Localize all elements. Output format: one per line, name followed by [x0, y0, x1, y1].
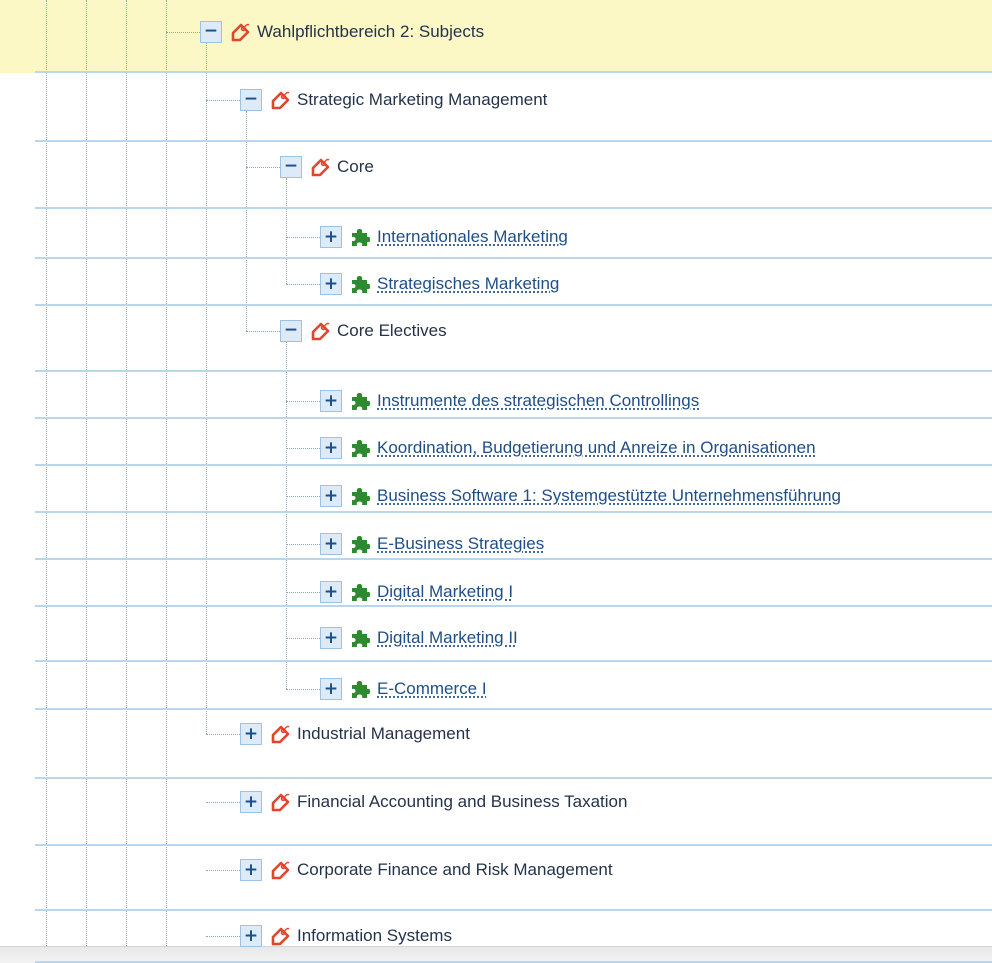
collapse-button[interactable]: −	[280, 156, 302, 178]
tree-connector	[246, 167, 280, 168]
node-label: Core	[337, 157, 374, 176]
row-divider	[35, 370, 992, 372]
node-label: Industrial Management	[297, 724, 470, 743]
expand-button[interactable]: +	[320, 627, 342, 649]
row-divider	[35, 140, 992, 142]
expand-button[interactable]: +	[320, 533, 342, 555]
row-divider	[35, 417, 992, 419]
node-label: Corporate Finance and Risk Management	[297, 860, 613, 879]
module-link[interactable]: Instrumente des strategischen Controllin…	[377, 391, 699, 411]
row-divider	[35, 207, 992, 209]
tree-row[interactable]	[0, 779, 992, 846]
module-link[interactable]: Digital Marketing I	[377, 582, 513, 602]
tree-connector	[286, 544, 320, 545]
tag-icon	[270, 792, 290, 812]
puzzle-piece-icon	[350, 438, 371, 458]
collapse-button[interactable]: −	[200, 21, 222, 43]
expand-button[interactable]: +	[320, 485, 342, 507]
node-label: Financial Accounting and Business Taxati…	[297, 792, 628, 811]
expand-button[interactable]: +	[320, 226, 342, 248]
expand-button[interactable]: +	[320, 273, 342, 295]
node-label: Strategic Marketing Management	[297, 90, 548, 109]
expand-button[interactable]: +	[240, 791, 262, 813]
tree-connector	[286, 689, 320, 690]
row-divider	[35, 558, 992, 560]
row-divider	[35, 844, 992, 846]
node-label: Core Electives	[337, 321, 447, 340]
collapse-button[interactable]: −	[280, 320, 302, 342]
tag-icon	[270, 926, 290, 946]
row-divider	[35, 909, 992, 911]
puzzle-piece-icon	[350, 227, 371, 247]
tree-connector	[286, 638, 320, 639]
tree-connector	[206, 870, 240, 871]
puzzle-piece-icon	[350, 486, 371, 506]
tree-connector	[286, 592, 320, 593]
expand-button[interactable]: +	[320, 678, 342, 700]
tag-icon	[310, 157, 330, 177]
module-link[interactable]: Koordination, Budgetierung und Anreize i…	[377, 438, 816, 458]
tree-row[interactable]	[0, 0, 992, 73]
tree-connector	[286, 237, 320, 238]
tree-row[interactable]	[0, 710, 992, 779]
tree-connector	[246, 331, 280, 332]
tree-row[interactable]	[0, 662, 992, 710]
node-label: Wahlpflichtbereich 2: Subjects	[257, 22, 485, 41]
tree-connector	[286, 496, 320, 497]
row-divider	[35, 777, 992, 779]
expand-button[interactable]: +	[240, 723, 262, 745]
row-divider	[35, 71, 992, 73]
tree-row[interactable]	[0, 142, 992, 209]
tree-connector	[206, 734, 240, 735]
tree-row[interactable]	[0, 306, 992, 372]
tag-icon	[270, 90, 290, 110]
puzzle-piece-icon	[350, 274, 371, 294]
expand-button[interactable]: +	[240, 859, 262, 881]
tree-connector	[206, 802, 240, 803]
module-link[interactable]: Strategisches Marketing	[377, 274, 559, 294]
module-link[interactable]: E-Commerce I	[377, 679, 487, 699]
expand-button[interactable]: +	[240, 925, 262, 947]
row-divider	[35, 257, 992, 259]
row-divider	[35, 660, 992, 662]
tree-connector	[286, 284, 320, 285]
module-tree: − Wahlpflichtbereich 2: Subjects − Strategi…	[0, 0, 992, 963]
module-link[interactable]: Business Software 1: Systemgestützte Unt…	[377, 486, 841, 506]
tree-connector	[206, 100, 240, 101]
tree-connector	[286, 342, 287, 689]
tag-icon	[230, 22, 250, 42]
tag-icon	[270, 724, 290, 744]
puzzle-piece-icon	[350, 582, 371, 602]
tree-connector	[206, 936, 240, 937]
collapse-button[interactable]: −	[240, 89, 262, 111]
node-label: Information Systems	[297, 926, 452, 945]
tree-connector	[286, 178, 287, 284]
expand-button[interactable]: +	[320, 437, 342, 459]
module-link[interactable]: Internationales Marketing	[377, 227, 568, 247]
row-divider	[35, 304, 992, 306]
row-divider	[35, 708, 992, 710]
tree-connector	[286, 401, 320, 402]
module-link[interactable]: E-Business Strategies	[377, 534, 544, 554]
row-divider	[35, 511, 992, 513]
tree-connector	[246, 111, 247, 331]
tag-icon	[310, 321, 330, 341]
puzzle-piece-icon	[350, 391, 371, 411]
expand-button[interactable]: +	[320, 581, 342, 603]
row-divider	[35, 464, 992, 466]
tree-connector	[166, 32, 200, 33]
row-divider	[35, 605, 992, 607]
expand-button[interactable]: +	[320, 390, 342, 412]
puzzle-piece-icon	[350, 534, 371, 554]
puzzle-piece-icon	[350, 628, 371, 648]
tree-connector	[286, 448, 320, 449]
tag-icon	[270, 860, 290, 880]
puzzle-piece-icon	[350, 679, 371, 699]
module-link[interactable]: Digital Marketing II	[377, 628, 518, 648]
tree-connector	[206, 42, 207, 734]
